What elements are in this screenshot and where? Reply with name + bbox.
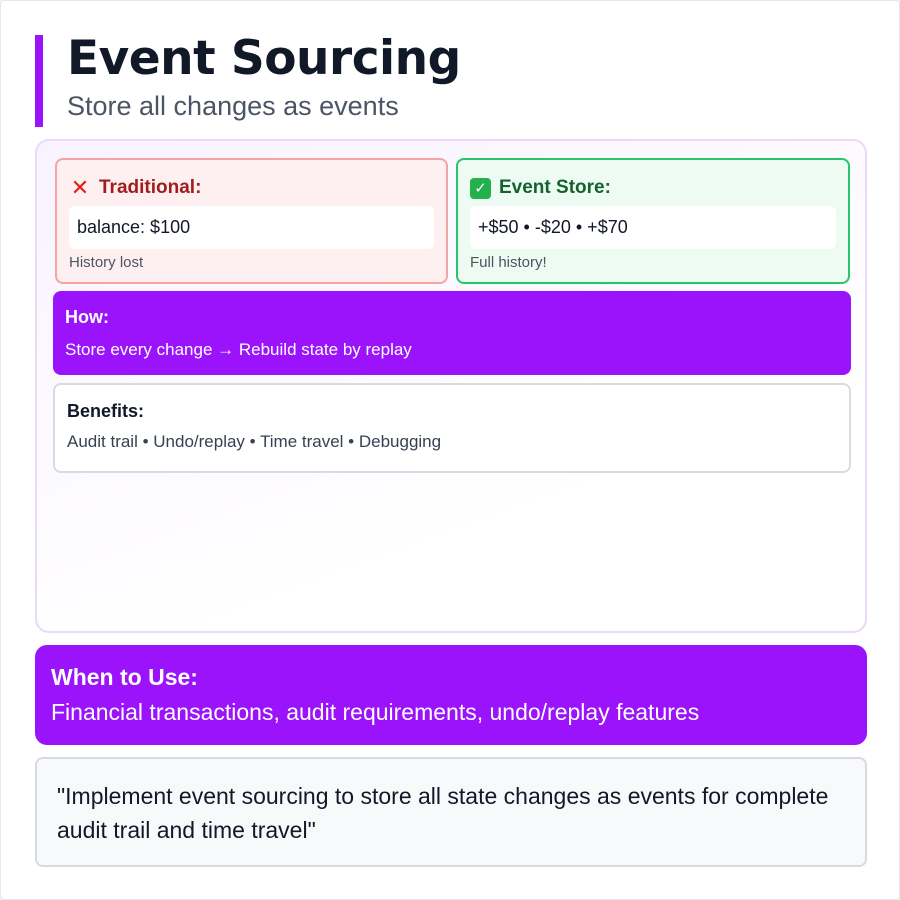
how-text: Store every change → Rebuild state by re… (65, 340, 412, 359)
event-store-value: +$50 • -$20 • +$70 (470, 206, 836, 249)
prompt-quote: "Implement event sourcing to store all s… (35, 757, 867, 867)
benefits-text: Audit trail • Undo/replay • Time travel … (67, 432, 442, 451)
comparison-panel: ✕ Traditional: balance: $100 History los… (35, 139, 867, 633)
event-store-card: ✓ Event Store: +$50 • -$20 • +$70 Full h… (456, 158, 850, 284)
header: Event Sourcing Store all changes as even… (35, 31, 735, 127)
page-title: Event Sourcing (67, 31, 461, 86)
traditional-title: Traditional: (99, 177, 202, 198)
traditional-card-header: ✕ Traditional: (69, 177, 434, 199)
page-subtitle: Store all changes as events (67, 91, 399, 121)
benefits-box: Benefits: Audit trail • Undo/replay • Ti… (53, 383, 851, 473)
when-to-use-text: Financial transactions, audit requiremen… (51, 699, 700, 725)
when-to-use-title: When to Use: (51, 664, 198, 690)
slide: Event Sourcing Store all changes as even… (0, 0, 900, 900)
how-box: How: Store every change → Rebuild state … (53, 291, 851, 375)
cross-mark-icon: ✕ (70, 175, 90, 200)
traditional-card: ✕ Traditional: balance: $100 History los… (55, 158, 448, 284)
event-store-note: Full history! (470, 254, 547, 271)
event-store-card-header: ✓ Event Store: (470, 177, 836, 199)
traditional-value: balance: $100 (69, 206, 434, 249)
benefits-title: Benefits: (67, 401, 145, 421)
event-store-title: Event Store: (499, 177, 611, 198)
check-mark-icon: ✓ (470, 177, 491, 199)
how-title: How: (65, 307, 109, 327)
traditional-note: History lost (69, 254, 144, 271)
when-to-use-box: When to Use: Financial transactions, aud… (35, 645, 867, 745)
